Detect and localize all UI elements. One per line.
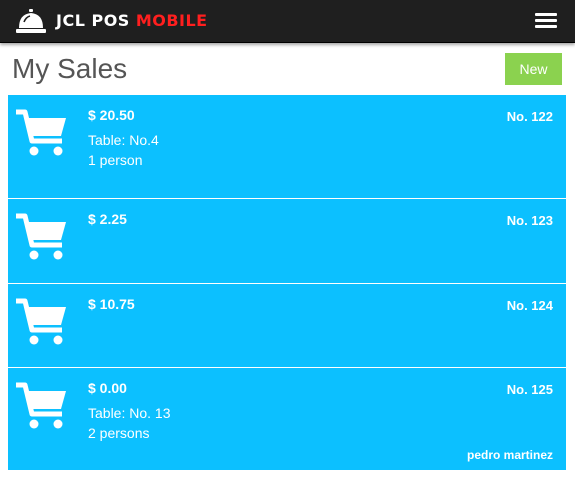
sales-list: $ 20.50 Table: No.4 1 person No. 122 $ 2… — [8, 95, 566, 470]
sale-card[interactable]: $ 10.75 No. 124 — [8, 284, 566, 368]
sale-number: No. 123 — [506, 213, 553, 228]
sale-table: Table: No. 13 — [88, 405, 171, 421]
page-title: My Sales — [12, 53, 128, 84]
sale-amount: $ 2.25 — [88, 211, 127, 227]
brand-logo[interactable]: JCL POS MOBILE — [16, 8, 208, 34]
sale-number: No. 125 — [506, 382, 553, 397]
sale-table: Table: No.4 — [88, 132, 159, 148]
shopping-cart-icon — [16, 213, 66, 260]
sale-amount: $ 20.50 — [88, 107, 135, 123]
new-sale-button[interactable]: New — [505, 53, 562, 85]
top-navbar: JCL POS MOBILE — [0, 0, 575, 43]
shopping-cart-icon — [16, 382, 66, 429]
sale-waiter: pedro martinez — [466, 448, 553, 462]
sale-card[interactable]: $ 2.25 No. 123 — [8, 199, 566, 284]
sale-persons: 1 person — [88, 152, 143, 168]
shopping-cart-icon — [16, 298, 66, 345]
sale-amount: $ 0.00 — [88, 380, 127, 396]
sale-card[interactable]: $ 20.50 Table: No.4 1 person No. 122 — [8, 95, 566, 199]
sale-amount: $ 10.75 — [88, 296, 135, 312]
brand-name: JCL POS MOBILE — [56, 8, 208, 34]
sale-number: No. 122 — [506, 109, 553, 124]
hamburger-menu-icon[interactable] — [535, 12, 557, 30]
sale-number: No. 124 — [506, 298, 553, 313]
brand-name-accent: MOBILE — [135, 11, 208, 30]
service-bell-icon — [16, 9, 46, 33]
sale-card[interactable]: $ 0.00 Table: No. 13 2 persons No. 125 p… — [8, 368, 566, 470]
sale-persons: 2 persons — [88, 425, 150, 441]
shopping-cart-icon — [16, 109, 66, 156]
brand-name-main: JCL POS — [56, 11, 130, 30]
